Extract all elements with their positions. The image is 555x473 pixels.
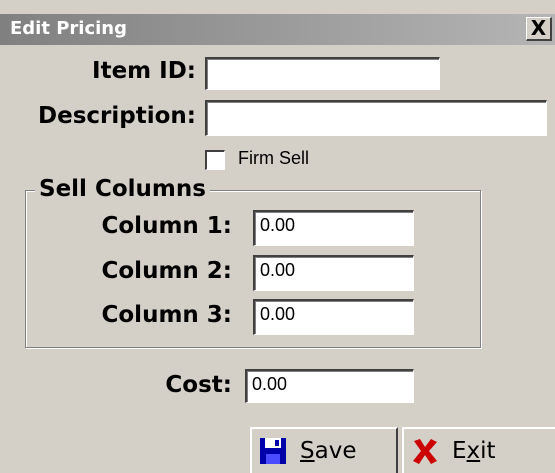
save-button[interactable]: Save: [250, 427, 398, 473]
window-title: Edit Pricing: [10, 18, 127, 39]
edit-pricing-window: Edit Pricing X Item ID: Description: Fir…: [0, 0, 555, 473]
column-3-input[interactable]: 0.00: [253, 299, 414, 335]
red-x-icon: [413, 439, 437, 464]
column-1-label: Column 1:: [101, 213, 233, 239]
floppy-disk-icon: [260, 438, 286, 464]
title-bar[interactable]: Edit Pricing X: [0, 14, 555, 45]
description-label: Description:: [38, 103, 196, 129]
firm-sell-label[interactable]: Firm Sell: [238, 148, 309, 169]
close-button[interactable]: X: [526, 17, 552, 41]
firm-sell-checkbox[interactable]: [205, 150, 225, 170]
exit-button[interactable]: Exit: [402, 427, 555, 473]
sell-columns-title: Sell Columns: [35, 176, 210, 202]
cost-label: Cost:: [165, 372, 232, 398]
column-2-label: Column 2:: [101, 258, 233, 284]
save-label: Save: [300, 438, 357, 464]
item-id-input[interactable]: [205, 57, 440, 90]
column-1-input[interactable]: 0.00: [253, 210, 414, 246]
cost-input[interactable]: 0.00: [245, 369, 414, 403]
exit-label: Exit: [452, 438, 496, 464]
item-id-label: Item ID:: [92, 58, 196, 84]
description-input[interactable]: [205, 100, 547, 136]
column-2-input[interactable]: 0.00: [253, 255, 414, 291]
column-3-label: Column 3:: [101, 302, 233, 328]
